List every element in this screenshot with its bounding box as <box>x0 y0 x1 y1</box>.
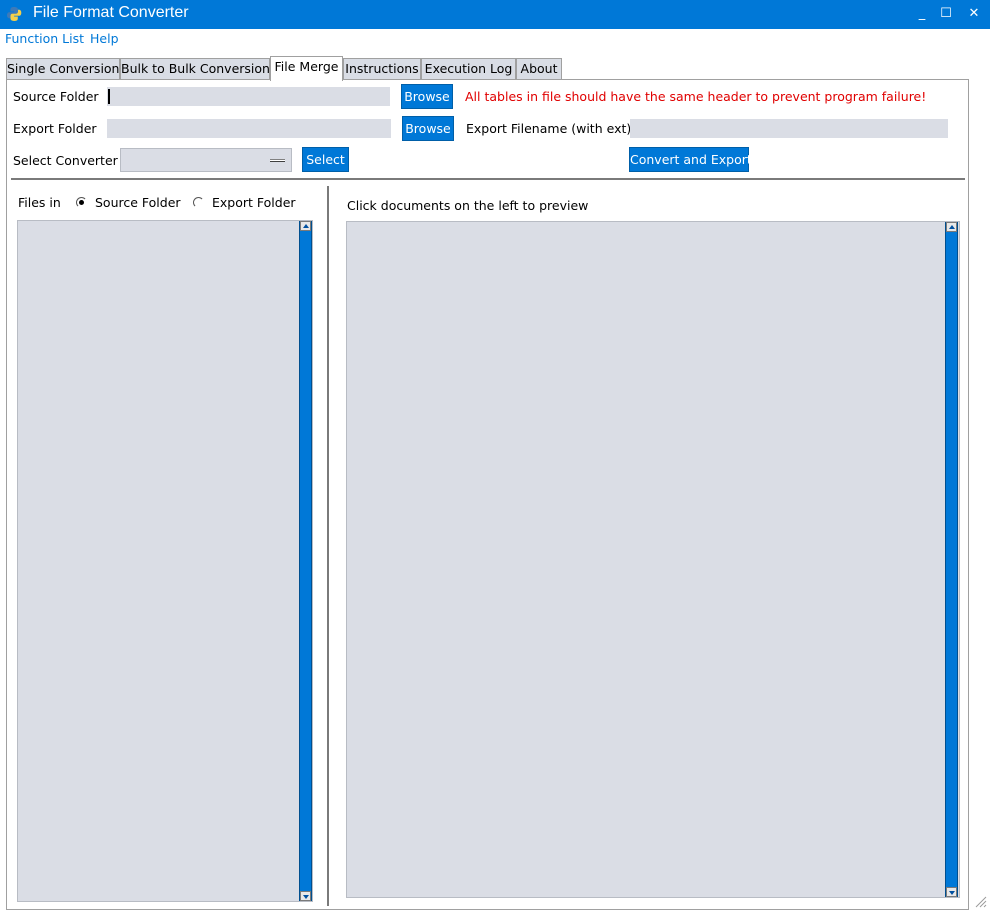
vertical-separator <box>327 186 329 906</box>
text-caret <box>108 89 110 104</box>
tab-execution-log[interactable]: Execution Log <box>421 58 516 80</box>
python-app-icon <box>7 7 22 21</box>
menu-function-list[interactable]: Function List <box>5 31 84 46</box>
files-in-label: Files in <box>18 195 61 210</box>
minimize-button[interactable]: _ <box>913 4 931 24</box>
browse-export-button[interactable]: Browse <box>402 116 454 141</box>
window-title: File Format Converter <box>33 4 189 21</box>
tab-instructions[interactable]: Instructions <box>343 58 421 80</box>
resize-grip-icon[interactable] <box>973 894 987 908</box>
source-folder-input[interactable] <box>107 87 390 106</box>
scroll-up-arrow-icon[interactable] <box>946 222 957 232</box>
export-folder-label: Export Folder <box>13 121 97 136</box>
select-button[interactable]: Select <box>302 147 349 172</box>
scroll-up-arrow-icon[interactable] <box>300 221 311 231</box>
preview-hint-text: Click documents on the left to preview <box>347 198 589 213</box>
horizontal-separator <box>11 178 965 180</box>
source-folder-label: Source Folder <box>13 89 99 104</box>
browse-source-button[interactable]: Browse <box>401 84 453 109</box>
file-merge-panel: Source Folder Browse All tables in file … <box>6 79 969 910</box>
export-folder-input[interactable] <box>107 119 391 138</box>
title-bar: File Format Converter _ ☐ ✕ <box>0 0 990 29</box>
tab-about[interactable]: About <box>516 58 562 80</box>
scroll-down-arrow-icon[interactable] <box>946 887 957 897</box>
radio-source-folder[interactable] <box>76 197 87 208</box>
files-scrollbar[interactable] <box>299 221 312 901</box>
radio-export-folder-label[interactable]: Export Folder <box>212 195 296 210</box>
menu-help[interactable]: Help <box>90 31 119 46</box>
radio-export-folder[interactable] <box>193 197 204 208</box>
tab-single-conversion[interactable]: Single Conversion <box>6 58 120 80</box>
close-button[interactable]: ✕ <box>965 4 983 24</box>
preview-area[interactable] <box>346 221 960 898</box>
header-warning-text: All tables in file should have the same … <box>465 89 927 104</box>
tab-file-merge[interactable]: File Merge <box>270 56 343 81</box>
converter-select[interactable] <box>120 148 292 172</box>
files-listbox[interactable] <box>17 220 313 902</box>
maximize-button[interactable]: ☐ <box>937 4 955 24</box>
dropdown-handle-icon <box>270 159 285 162</box>
radio-source-folder-label[interactable]: Source Folder <box>95 195 181 210</box>
export-filename-input[interactable] <box>630 119 948 138</box>
select-converter-label: Select Converter <box>13 153 118 168</box>
convert-and-export-button[interactable]: Convert and Export <box>629 147 752 172</box>
export-filename-label: Export Filename (with ext) <box>466 121 632 136</box>
preview-scrollbar[interactable] <box>945 222 958 897</box>
scroll-down-arrow-icon[interactable] <box>300 891 311 901</box>
tab-bulk-to-bulk-conversion[interactable]: Bulk to Bulk Conversion <box>120 58 270 80</box>
